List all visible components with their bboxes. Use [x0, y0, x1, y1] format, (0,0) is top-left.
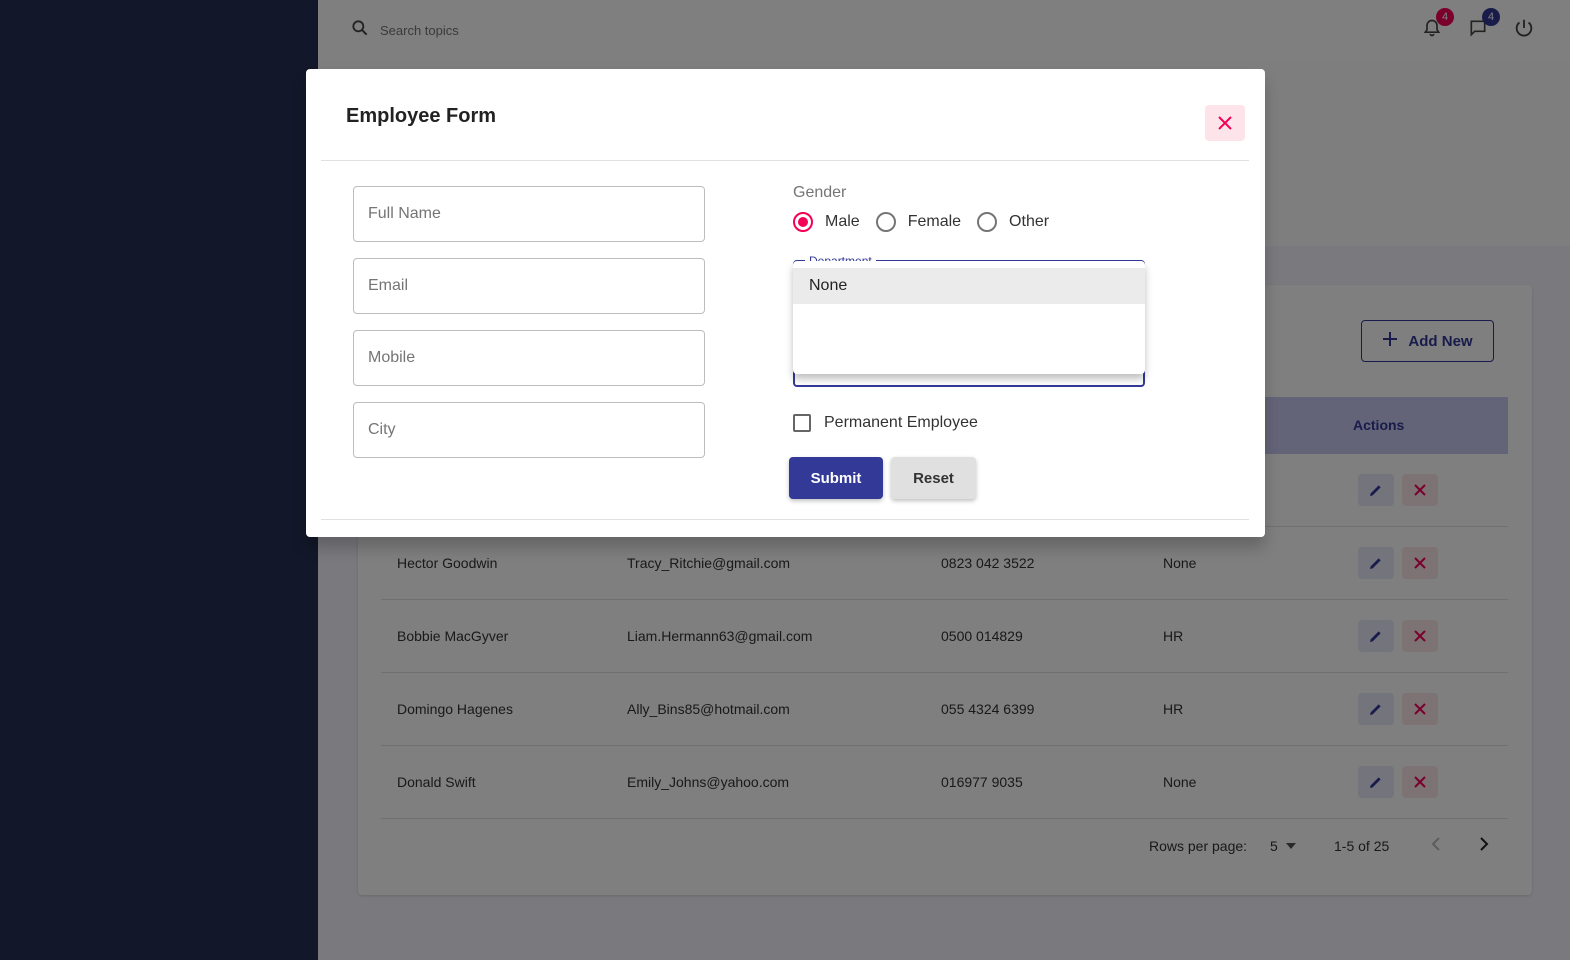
reset-button[interactable]: Reset: [891, 457, 976, 499]
mobile-field[interactable]: [353, 330, 705, 386]
full-name-field[interactable]: [353, 186, 705, 242]
radio-female-label: Female: [907, 213, 962, 230]
submit-button[interactable]: Submit: [789, 457, 883, 499]
city-input[interactable]: [354, 403, 704, 457]
permanent-employee-label: Permanent Employee: [824, 414, 978, 431]
radio-female[interactable]: [875, 212, 896, 232]
radio-male[interactable]: [793, 212, 813, 232]
radio-other-label: Other: [1009, 213, 1050, 230]
department-option-none[interactable]: None: [793, 268, 1145, 304]
dialog-title: Employee Form: [346, 105, 497, 127]
mobile-input[interactable]: [354, 331, 704, 385]
email-field[interactable]: [353, 258, 705, 314]
radio-male-label: Male: [825, 213, 860, 230]
gender-option-male[interactable]: Male: [793, 212, 860, 232]
gender-option-female[interactable]: Female: [875, 212, 962, 232]
dialog-divider-top: [321, 160, 1249, 161]
city-field[interactable]: [353, 402, 705, 458]
close-dialog-button[interactable]: [1205, 105, 1245, 141]
department-menu: None: [793, 261, 1145, 374]
email-input[interactable]: [354, 259, 704, 313]
permanent-employee-checkbox[interactable]: [793, 414, 811, 432]
employee-form-dialog: Employee Form Gender Male Female Other D…: [306, 69, 1265, 537]
gender-label: Gender: [793, 184, 847, 201]
close-icon: [1218, 116, 1232, 130]
radio-other[interactable]: [977, 212, 998, 232]
permanent-employee-checkbox-row[interactable]: Permanent Employee: [793, 414, 978, 432]
full-name-input[interactable]: [354, 187, 704, 241]
gender-radio-group: Male Female Other: [793, 212, 1065, 232]
gender-option-other[interactable]: Other: [977, 212, 1049, 232]
dialog-divider-bottom: [321, 519, 1249, 520]
